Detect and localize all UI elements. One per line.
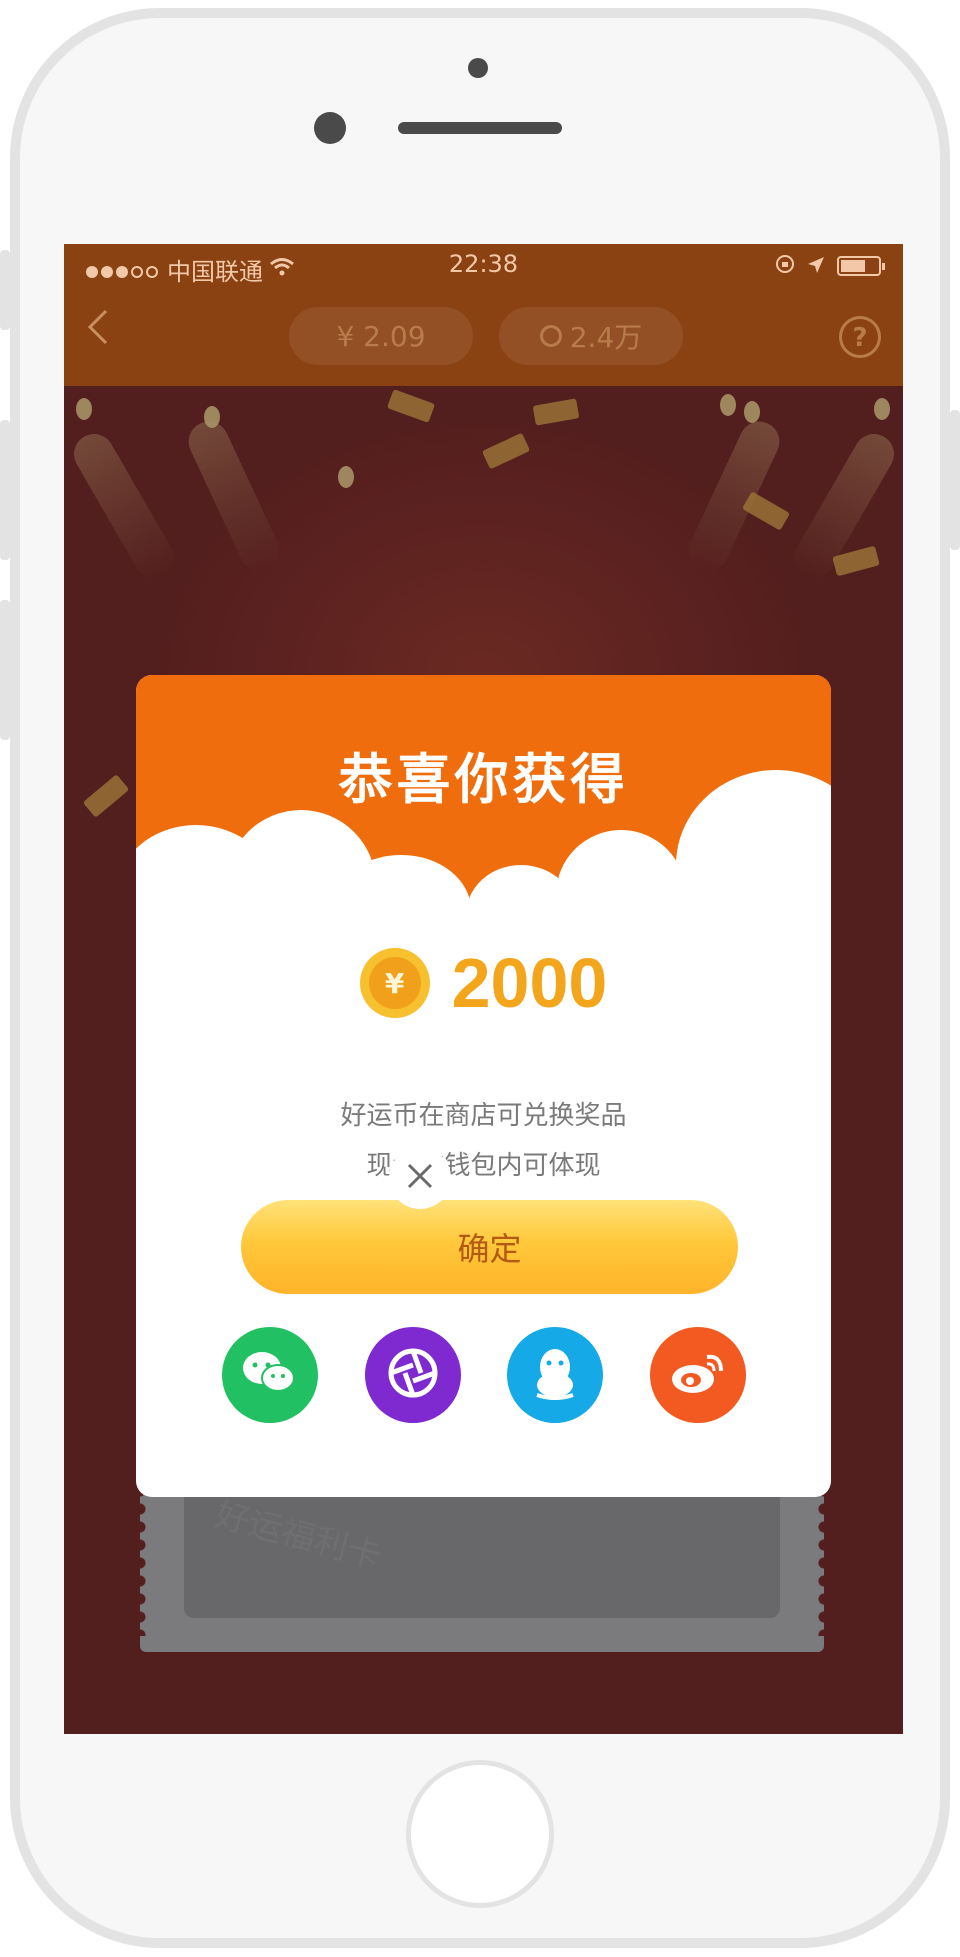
description-line-2: 现金在钱包内可体现 — [366, 1151, 601, 1181]
confirm-button[interactable]: 确定 — [241, 1200, 738, 1294]
mute-switch — [0, 250, 10, 330]
power-button — [950, 410, 960, 550]
volume-down-button — [0, 600, 10, 740]
coin-balance-pill[interactable]: 2.4万 — [499, 307, 683, 365]
share-wechat-button[interactable] — [222, 1327, 318, 1423]
share-weibo-button[interactable] — [650, 1327, 746, 1423]
help-button[interactable]: ? — [839, 316, 881, 358]
battery-icon — [837, 256, 885, 276]
status-right — [775, 252, 885, 280]
qq-icon — [533, 1345, 577, 1405]
weibo-icon — [669, 1349, 727, 1401]
share-qq-button[interactable] — [507, 1327, 603, 1423]
moments-icon — [386, 1346, 440, 1404]
home-button[interactable] — [406, 1760, 554, 1908]
prize-stage: 好运福利卡 恭喜你获得 ¥ 2000 好运币在商店可兑换奖品 现金在钱包内可体现… — [64, 386, 903, 1734]
description-line-1: 好运币在商店可兑换奖品 — [340, 1101, 627, 1131]
rotation-lock-icon — [775, 252, 795, 280]
top-navbar: 中国联通 22:38 ¥ 2.09 2.4万 ? — [64, 244, 903, 386]
cash-balance-pill[interactable]: ¥ 2.09 — [289, 307, 473, 365]
wechat-icon — [240, 1348, 300, 1402]
dialog-title: 恭喜你获得 — [338, 748, 629, 811]
earpiece-speaker — [398, 122, 562, 134]
status-bar: 中国联通 22:38 — [64, 244, 903, 286]
back-button[interactable] — [86, 306, 110, 357]
coin-icon: ¥ — [359, 948, 430, 1018]
coin-icon — [539, 325, 562, 347]
reward-amount: 2000 — [451, 944, 608, 1022]
location-icon — [807, 252, 825, 280]
coin-balance: 2.4万 — [569, 321, 643, 354]
volume-up-button — [0, 420, 10, 560]
reward-dialog: 恭喜你获得 ¥ 2000 好运币在商店可兑换奖品 现金在钱包内可体现 确定 — [136, 675, 831, 1497]
proximity-sensor — [468, 58, 488, 78]
coin-symbol: ¥ — [368, 957, 421, 1009]
share-moments-button[interactable] — [365, 1327, 461, 1423]
close-icon — [405, 1161, 435, 1195]
app-screen: 中国联通 22:38 ¥ 2.09 2.4万 ? 好运福利卡 恭喜你获得 ¥ 2… — [64, 244, 903, 1734]
cloud-shape — [556, 830, 686, 960]
share-row — [136, 1327, 831, 1423]
close-dialog-button[interactable] — [389, 1147, 451, 1209]
reward-amount-row: ¥ 2000 — [136, 943, 831, 1023]
front-camera — [314, 112, 346, 144]
cash-balance: ¥ 2.09 — [336, 319, 426, 353]
